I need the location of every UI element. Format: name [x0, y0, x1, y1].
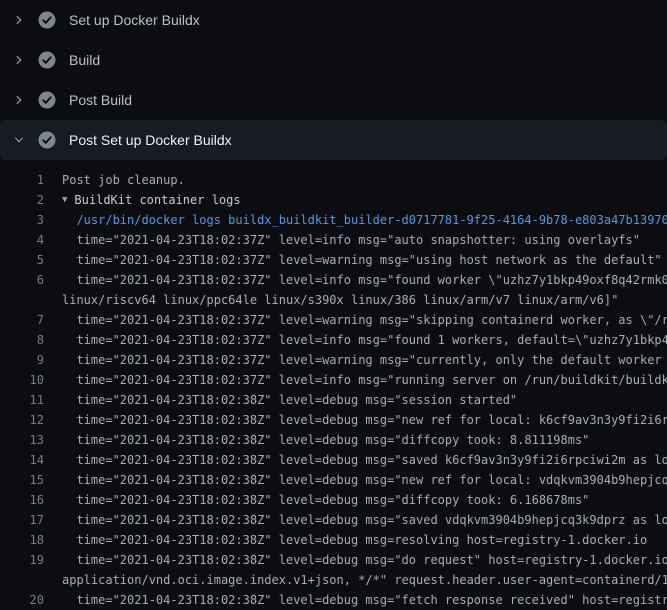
log-line-text: time="2021-04-23T18:02:38Z" level=debug …: [62, 510, 667, 530]
log-line-number[interactable]: 15: [0, 470, 44, 490]
log-line: ▼ application/vnd.oci.image.index.v1+jso…: [0, 570, 667, 590]
log-line-text: time="2021-04-23T18:02:38Z" level=debug …: [62, 410, 667, 430]
log-line: 4 ▼ time="2021-04-23T18:02:37Z" level=in…: [0, 230, 667, 250]
log-line-number[interactable]: 19: [0, 550, 44, 570]
step-row-2[interactable]: Post Build: [0, 80, 667, 120]
success-check-icon: [38, 91, 56, 109]
log-line: 3 ▼ /usr/bin/docker logs buildx_buildkit…: [0, 210, 667, 230]
log-line-text: time="2021-04-23T18:02:37Z" level=warnin…: [62, 350, 667, 370]
log-line-number[interactable]: 2: [0, 190, 44, 210]
log-line-number[interactable]: 16: [0, 490, 44, 510]
log-line-text: time="2021-04-23T18:02:37Z" level=info m…: [62, 270, 667, 290]
log-viewer: 1 ▼ Post job cleanup. 2 ▼ BuildKit conta…: [0, 160, 667, 610]
log-line-number[interactable]: 4: [0, 230, 44, 250]
log-line-number[interactable]: 7: [0, 310, 44, 330]
log-line-text: time="2021-04-23T18:02:38Z" level=debug …: [62, 450, 667, 470]
log-line-text: time="2021-04-23T18:02:38Z" level=debug …: [62, 590, 667, 610]
log-line-number[interactable]: 9: [0, 350, 44, 370]
log-line-number[interactable]: 8: [0, 330, 44, 350]
log-line-number[interactable]: [0, 570, 44, 590]
log-line: 7 ▼ time="2021-04-23T18:02:37Z" level=wa…: [0, 310, 667, 330]
log-line-text: time="2021-04-23T18:02:38Z" level=debug …: [62, 470, 667, 490]
log-line: 8 ▼ time="2021-04-23T18:02:37Z" level=in…: [0, 330, 667, 350]
log-line: 1 ▼ Post job cleanup.: [0, 170, 667, 190]
log-line: 13 ▼ time="2021-04-23T18:02:38Z" level=d…: [0, 430, 667, 450]
log-line-number[interactable]: 5: [0, 250, 44, 270]
job-steps-list: Set up Docker Buildx Build P: [0, 0, 667, 160]
log-line-text: application/vnd.oci.image.index.v1+json,…: [62, 570, 667, 590]
log-line-number[interactable]: 17: [0, 510, 44, 530]
log-line-number[interactable]: 18: [0, 530, 44, 550]
log-line: 11 ▼ time="2021-04-23T18:02:38Z" level=d…: [0, 390, 667, 410]
group-collapse-icon[interactable]: ▼: [62, 190, 67, 210]
log-line-text: time="2021-04-23T18:02:38Z" level=debug …: [62, 430, 589, 450]
log-line-text: time="2021-04-23T18:02:37Z" level=warnin…: [62, 310, 667, 330]
log-line-text: time="2021-04-23T18:02:38Z" level=debug …: [62, 390, 517, 410]
step-row-1[interactable]: Build: [0, 40, 667, 80]
chevron-right-icon[interactable]: [12, 52, 26, 68]
log-line: 5 ▼ time="2021-04-23T18:02:37Z" level=wa…: [0, 250, 667, 270]
step-row-3[interactable]: Post Set up Docker Buildx: [0, 120, 667, 160]
chevron-down-icon[interactable]: [12, 132, 26, 148]
log-line: 15 ▼ time="2021-04-23T18:02:38Z" level=d…: [0, 470, 667, 490]
log-line-text: /usr/bin/docker logs buildx_buildkit_bui…: [62, 210, 667, 230]
log-line: 14 ▼ time="2021-04-23T18:02:38Z" level=d…: [0, 450, 667, 470]
log-line: 19 ▼ time="2021-04-23T18:02:38Z" level=d…: [0, 550, 667, 570]
log-line: 12 ▼ time="2021-04-23T18:02:38Z" level=d…: [0, 410, 667, 430]
log-line-text: time="2021-04-23T18:02:38Z" level=debug …: [62, 550, 667, 570]
log-line-number[interactable]: 10: [0, 370, 44, 390]
log-line-text: linux/riscv64 linux/ppc64le linux/s390x …: [62, 290, 618, 310]
log-line-number[interactable]: 20: [0, 590, 44, 610]
step-label: Set up Docker Buildx: [69, 12, 200, 28]
log-line-number[interactable]: 3: [0, 210, 44, 230]
log-line: 6 ▼ time="2021-04-23T18:02:37Z" level=in…: [0, 270, 667, 290]
success-check-icon: [38, 131, 56, 149]
log-line: 2 ▼ BuildKit container logs: [0, 190, 667, 210]
log-line-number[interactable]: [0, 290, 44, 310]
log-line: 20 ▼ time="2021-04-23T18:02:38Z" level=d…: [0, 590, 667, 610]
log-line-text: time="2021-04-23T18:02:37Z" level=warnin…: [62, 250, 662, 270]
log-line-text: BuildKit container logs: [74, 190, 240, 210]
log-line: 10 ▼ time="2021-04-23T18:02:37Z" level=i…: [0, 370, 667, 390]
step-label: Build: [69, 52, 100, 68]
log-line-number[interactable]: 12: [0, 410, 44, 430]
log-line-number[interactable]: 1: [0, 170, 44, 190]
log-line: 18 ▼ time="2021-04-23T18:02:38Z" level=d…: [0, 530, 667, 550]
step-label: Post Build: [69, 92, 132, 108]
log-line: ▼ linux/riscv64 linux/ppc64le linux/s390…: [0, 290, 667, 310]
log-line-number[interactable]: 6: [0, 270, 44, 290]
chevron-right-icon[interactable]: [12, 12, 26, 28]
step-label: Post Set up Docker Buildx: [69, 132, 232, 148]
log-line: 16 ▼ time="2021-04-23T18:02:38Z" level=d…: [0, 490, 667, 510]
log-line-text: Post job cleanup.: [62, 170, 185, 190]
success-check-icon: [38, 11, 56, 29]
log-line-text: time="2021-04-23T18:02:37Z" level=info m…: [62, 330, 667, 350]
success-check-icon: [38, 51, 56, 69]
log-line-number[interactable]: 13: [0, 430, 44, 450]
chevron-right-icon[interactable]: [12, 92, 26, 108]
log-line-number[interactable]: 14: [0, 450, 44, 470]
log-line: 9 ▼ time="2021-04-23T18:02:37Z" level=wa…: [0, 350, 667, 370]
step-row-0[interactable]: Set up Docker Buildx: [0, 0, 667, 40]
log-line-number[interactable]: 11: [0, 390, 44, 410]
log-line-text: time="2021-04-23T18:02:37Z" level=info m…: [62, 230, 640, 250]
log-line-text: time="2021-04-23T18:02:38Z" level=debug …: [62, 530, 647, 550]
log-line-text: time="2021-04-23T18:02:37Z" level=info m…: [62, 370, 667, 390]
log-line-text: time="2021-04-23T18:02:38Z" level=debug …: [62, 490, 589, 510]
log-line: 17 ▼ time="2021-04-23T18:02:38Z" level=d…: [0, 510, 667, 530]
